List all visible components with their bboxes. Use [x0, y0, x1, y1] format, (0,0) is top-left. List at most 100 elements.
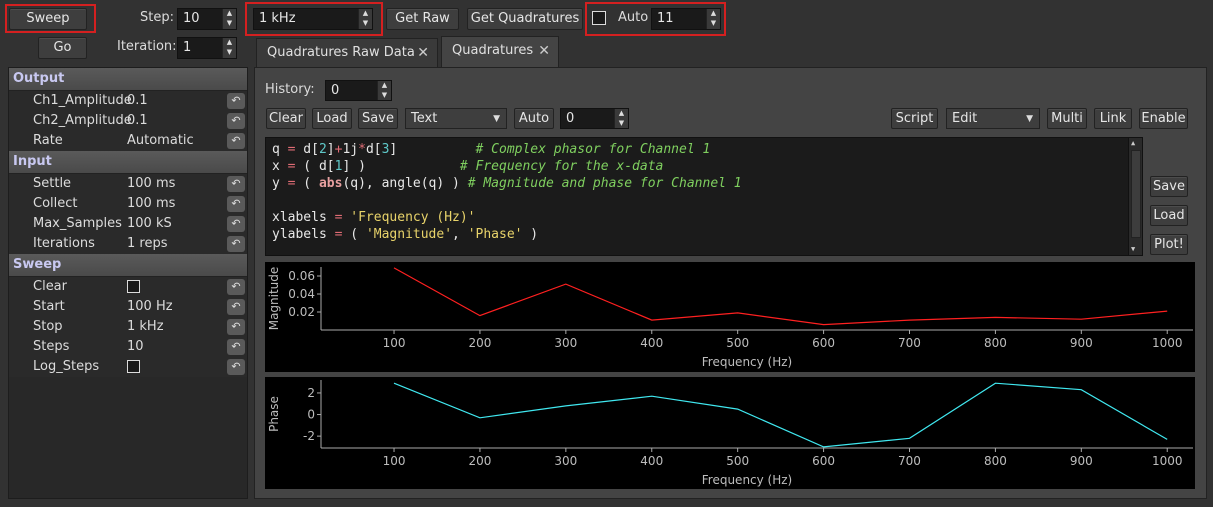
freq-arrows[interactable]: ▲ ▼: [358, 9, 372, 29]
tree-value[interactable]: 1 reps: [127, 234, 168, 254]
log-steps-checkbox[interactable]: [127, 360, 140, 373]
history-arrows[interactable]: ▲ ▼: [377, 81, 391, 100]
reset-icon[interactable]: ↶: [227, 339, 245, 355]
tab-quadratures[interactable]: Quadratures ✕: [441, 36, 559, 67]
auto-button[interactable]: Auto: [514, 108, 554, 129]
x-tick-label: 600: [812, 454, 835, 468]
auto-panel-arrows[interactable]: ▲ ▼: [614, 109, 628, 128]
tree-value[interactable]: Automatic: [127, 131, 194, 151]
tree-header-sweep[interactable]: Sweep: [9, 254, 247, 277]
history-label: History:: [265, 82, 315, 97]
tree-row-stop[interactable]: Stop 1 kHz ↶: [9, 317, 247, 337]
reset-icon[interactable]: ↶: [227, 319, 245, 335]
load-button[interactable]: Load: [312, 108, 352, 129]
enable-button[interactable]: Enable: [1139, 108, 1188, 129]
tree-value[interactable]: 100 Hz: [127, 297, 173, 317]
reset-icon[interactable]: ↶: [227, 196, 245, 212]
go-button[interactable]: Go: [38, 37, 87, 59]
reset-icon[interactable]: ↶: [227, 216, 245, 232]
tree-row-settle[interactable]: Settle 100 ms ↶: [9, 174, 247, 194]
phase-chart: -2 0 2 100 200 300 400 500 600 700 800 900 1000 Frequ…: [267, 380, 1193, 487]
code-line: q = d[2]+1j*d[3] # Complex phasor for Ch…: [272, 142, 711, 157]
format-dropdown[interactable]: Text ▼: [405, 108, 507, 129]
sweep-button[interactable]: Sweep: [9, 8, 87, 30]
reset-icon[interactable]: ↶: [227, 176, 245, 192]
tree-value[interactable]: 100 kS: [127, 214, 172, 234]
tab-quadratures-raw-data[interactable]: Quadratures Raw Data ✕: [256, 38, 438, 67]
reset-icon[interactable]: ↶: [227, 359, 245, 375]
code-line: ylabels = ( 'Magnitude', 'Phase' ): [272, 227, 539, 242]
tree-row-rate[interactable]: Rate Automatic ↶: [9, 131, 247, 151]
script-editor[interactable]: q = d[2]+1j*d[3] # Complex phasor for Ch…: [265, 137, 1143, 256]
tree-row-log-steps[interactable]: Log_Steps ↶: [9, 357, 247, 377]
iteration-spinbox[interactable]: 1 ▲ ▼: [177, 37, 237, 59]
format-value: Text: [411, 111, 438, 126]
tree-key: Start: [33, 299, 65, 314]
tree-row-ch1-amplitude[interactable]: Ch1_Amplitude 0.1 ↶: [9, 91, 247, 111]
tree-key: Steps: [33, 339, 70, 354]
get-raw-button[interactable]: Get Raw: [386, 8, 459, 30]
phase-plot[interactable]: -2 0 2 100 200 300 400 500 600 700 800 900 1000 Frequ…: [265, 377, 1195, 489]
iteration-arrows[interactable]: ▲ ▼: [222, 38, 236, 58]
editor-save-button[interactable]: Save: [1150, 176, 1188, 197]
reset-icon[interactable]: ↶: [227, 133, 245, 149]
tree-value[interactable]: 1 kHz: [127, 317, 164, 337]
tree-row-steps[interactable]: Steps 10 ↶: [9, 337, 247, 357]
clear-button[interactable]: Clear: [266, 108, 306, 129]
reset-icon[interactable]: ↶: [227, 299, 245, 315]
auto-checkbox[interactable]: [592, 11, 606, 25]
plot-button[interactable]: Plot!: [1150, 234, 1188, 255]
multi-button[interactable]: Multi: [1047, 108, 1087, 129]
tree-row-start[interactable]: Start 100 Hz ↶: [9, 297, 247, 317]
x-axis-label: Frequency (Hz): [702, 355, 793, 369]
tree-row-clear[interactable]: Clear ↶: [9, 277, 247, 297]
magnitude-plot[interactable]: 0.02 0.04 0.06 100 200 300 400 500 600 700 800 900 1…: [265, 262, 1195, 372]
close-icon[interactable]: ✕: [417, 39, 429, 67]
auto-spinbox[interactable]: 11 ▲ ▼: [651, 8, 721, 30]
auto-panel-spinbox[interactable]: 0 ▲ ▼: [560, 108, 629, 129]
reset-icon[interactable]: ↶: [227, 113, 245, 129]
clear-checkbox[interactable]: [127, 280, 140, 293]
tree-row-max-samples[interactable]: Max_Samples 100 kS ↶: [9, 214, 247, 234]
save-button[interactable]: Save: [358, 108, 398, 129]
auto-arrows[interactable]: ▲ ▼: [706, 9, 720, 29]
tree-value[interactable]: 100 ms: [127, 194, 175, 214]
code-line: xlabels = 'Frequency (Hz)': [272, 210, 476, 225]
tree-value[interactable]: 0.1: [127, 111, 148, 131]
step-spinbox[interactable]: 10 ▲ ▼: [177, 8, 237, 30]
tree-value[interactable]: 10: [127, 337, 144, 357]
tree-key: Settle: [33, 176, 72, 191]
reset-icon[interactable]: ↶: [227, 236, 245, 252]
link-button[interactable]: Link: [1094, 108, 1132, 129]
reset-icon[interactable]: ↶: [227, 279, 245, 295]
y-axis-label: Magnitude: [267, 267, 281, 331]
iteration-label: Iteration:: [117, 39, 177, 54]
editor-scrollbar[interactable]: ▲ ▼: [1128, 138, 1142, 255]
tree-row-collect[interactable]: Collect 100 ms ↶: [9, 194, 247, 214]
x-tick-label: 500: [726, 336, 749, 350]
tree-row-ch2-amplitude[interactable]: Ch2_Amplitude 0.1 ↶: [9, 111, 247, 131]
get-quadratures-button[interactable]: Get Quadratures: [467, 8, 583, 30]
edit-dropdown[interactable]: Edit ▼: [946, 108, 1040, 129]
tree-key: Rate: [33, 133, 63, 148]
tree-header-input[interactable]: Input: [9, 151, 247, 174]
x-tick-label: 800: [984, 454, 1007, 468]
freq-spinbox[interactable]: 1 kHz ▲ ▼: [253, 8, 373, 30]
tree-key: Max_Samples: [33, 216, 122, 231]
tree-value[interactable]: 0.1: [127, 91, 148, 111]
tree-row-iterations[interactable]: Iterations 1 reps ↶: [9, 234, 247, 254]
step-arrows[interactable]: ▲ ▼: [222, 9, 236, 29]
history-spinbox[interactable]: 0 ▲ ▼: [325, 80, 392, 101]
reset-icon[interactable]: ↶: [227, 93, 245, 109]
tree-key: Collect: [33, 196, 78, 211]
script-button[interactable]: Script: [891, 108, 938, 129]
x-tick-label: 100: [383, 454, 406, 468]
close-icon[interactable]: ✕: [538, 37, 550, 65]
tree-key: Stop: [33, 319, 63, 334]
tree-value[interactable]: 100 ms: [127, 174, 175, 194]
x-tick-label: 1000: [1152, 454, 1183, 468]
tree-header-output[interactable]: Output: [9, 68, 247, 91]
x-tick-label: 400: [640, 336, 663, 350]
editor-load-button[interactable]: Load: [1150, 205, 1188, 226]
series-line: [393, 267, 1168, 326]
